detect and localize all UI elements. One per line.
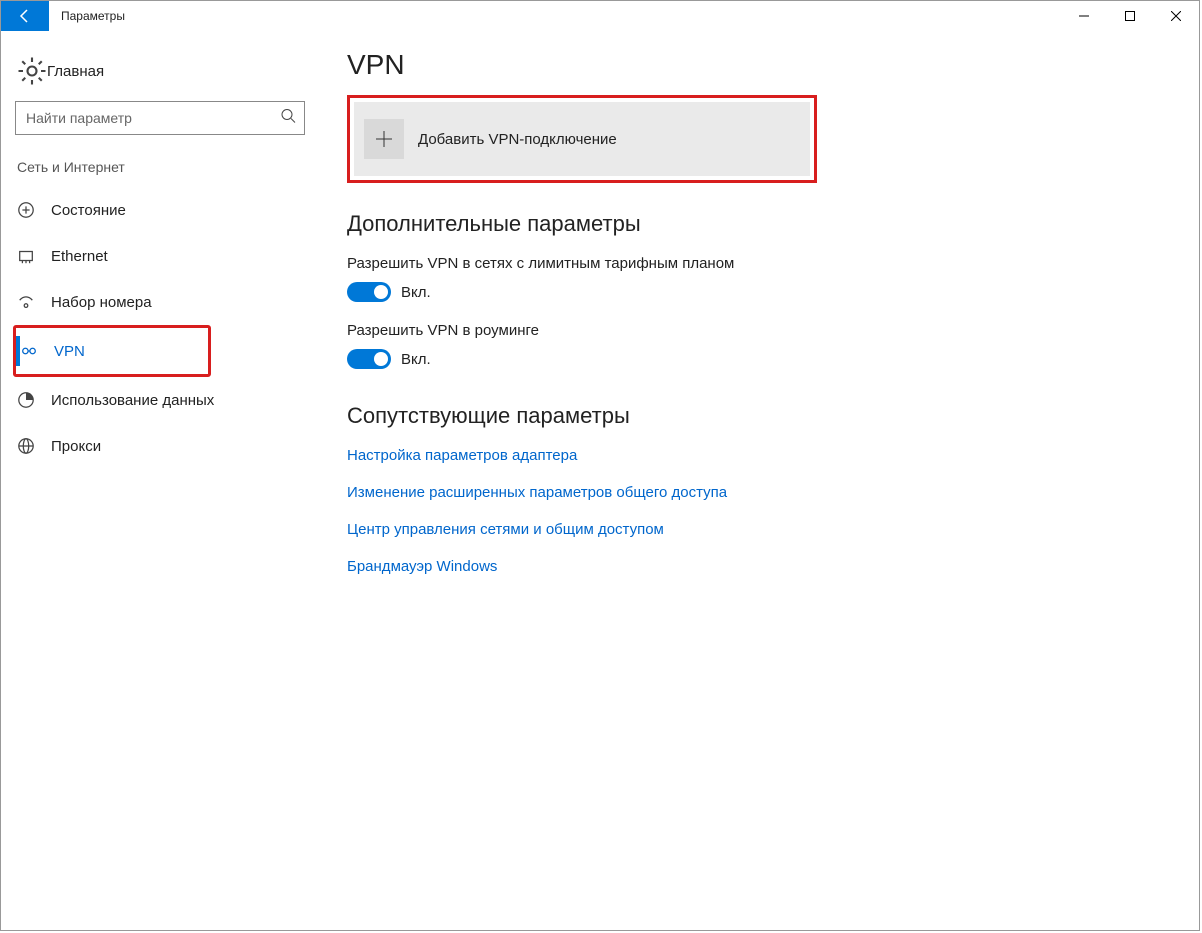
sidebar-item-dialup[interactable]: Набор номера xyxy=(1,279,311,325)
add-vpn-label: Добавить VPN-подключение xyxy=(418,131,617,148)
sidebar-item-label: VPN xyxy=(54,343,85,360)
sidebar-item-vpn[interactable]: VPN xyxy=(16,328,208,374)
window-title: Параметры xyxy=(49,1,137,31)
maximize-icon xyxy=(1125,11,1135,21)
gear-icon xyxy=(17,56,47,86)
setting-label: Разрешить VPN в сетях с лимитным тарифны… xyxy=(347,255,1169,272)
sidebar-nav: Состояние Ethernet Набор номера xyxy=(1,187,311,469)
link-firewall[interactable]: Брандмауэр Windows xyxy=(347,558,1169,575)
sidebar-item-label: Прокси xyxy=(51,438,101,455)
plus-icon xyxy=(364,119,404,159)
toggle-metered[interactable] xyxy=(347,282,391,302)
close-button[interactable] xyxy=(1153,1,1199,31)
status-icon xyxy=(17,201,51,219)
page-title: VPN xyxy=(347,49,1169,81)
setting-label: Разрешить VPN в роуминге xyxy=(347,322,1169,339)
highlight-annotation-add: Добавить VPN-подключение xyxy=(347,95,817,183)
toggle-state-label: Вкл. xyxy=(401,351,431,368)
link-network-center[interactable]: Центр управления сетями и общим доступом xyxy=(347,521,1169,538)
vpn-icon xyxy=(20,342,54,360)
minimize-icon xyxy=(1079,11,1089,21)
toggle-state-label: Вкл. xyxy=(401,284,431,301)
sidebar-item-label: Ethernet xyxy=(51,248,108,265)
sidebar-section-label: Сеть и Интернет xyxy=(1,145,311,187)
sidebar-item-proxy[interactable]: Прокси xyxy=(1,423,311,469)
dialup-icon xyxy=(17,293,51,311)
search-icon xyxy=(280,108,296,129)
settings-window: Параметры Главная xyxy=(0,0,1200,931)
search-box[interactable] xyxy=(15,101,305,135)
close-icon xyxy=(1171,11,1181,21)
sidebar-item-label: Набор номера xyxy=(51,294,152,311)
proxy-icon xyxy=(17,437,51,455)
maximize-button[interactable] xyxy=(1107,1,1153,31)
search-input[interactable] xyxy=(16,102,304,134)
titlebar: Параметры xyxy=(1,1,1199,31)
sidebar-item-label: Состояние xyxy=(51,202,126,219)
home-button[interactable]: Главная xyxy=(1,49,311,93)
add-vpn-button[interactable]: Добавить VPN-подключение xyxy=(354,102,810,176)
content-pane: VPN Добавить VPN-подключение Дополнитель… xyxy=(311,31,1199,930)
setting-metered: Разрешить VPN в сетях с лимитным тарифны… xyxy=(347,255,1169,302)
titlebar-drag-area[interactable] xyxy=(137,1,1061,31)
sidebar-item-label: Использование данных xyxy=(51,392,214,409)
toggle-roaming[interactable] xyxy=(347,349,391,369)
back-button[interactable] xyxy=(1,1,49,31)
related-section-title: Сопутствующие параметры xyxy=(347,403,1169,429)
home-label: Главная xyxy=(47,63,104,80)
sidebar-item-status[interactable]: Состояние xyxy=(1,187,311,233)
arrow-left-icon xyxy=(17,8,33,24)
data-usage-icon xyxy=(17,391,51,409)
setting-roaming: Разрешить VPN в роуминге Вкл. xyxy=(347,322,1169,369)
ethernet-icon xyxy=(17,247,51,265)
advanced-section-title: Дополнительные параметры xyxy=(347,211,1169,237)
sidebar: Главная Сеть и Интернет Состояние xyxy=(1,31,311,930)
link-adapter-settings[interactable]: Настройка параметров адаптера xyxy=(347,447,1169,464)
minimize-button[interactable] xyxy=(1061,1,1107,31)
sidebar-item-ethernet[interactable]: Ethernet xyxy=(1,233,311,279)
related-section: Сопутствующие параметры Настройка параме… xyxy=(347,403,1169,575)
window-controls xyxy=(1061,1,1199,31)
highlight-annotation-sidebar: VPN xyxy=(13,325,211,377)
sidebar-item-data-usage[interactable]: Использование данных xyxy=(1,377,311,423)
link-sharing-settings[interactable]: Изменение расширенных параметров общего … xyxy=(347,484,1169,501)
